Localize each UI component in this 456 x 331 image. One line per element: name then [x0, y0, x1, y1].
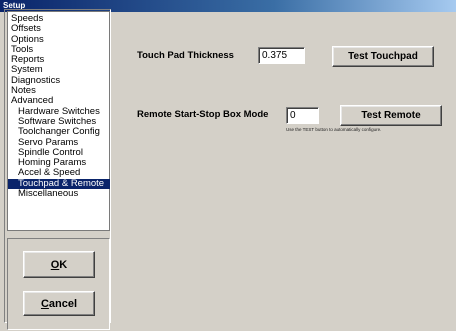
remote-mode-label: Remote Start-Stop Box Mode [137, 109, 269, 120]
test-touchpad-label: Test Touchpad [348, 51, 418, 62]
test-remote-button[interactable]: Test Remote [340, 105, 442, 126]
cancel-label: ancel [48, 297, 78, 310]
cancel-accelerator: C [40, 297, 49, 310]
touchpad-thickness-input[interactable] [258, 47, 305, 64]
remote-hint-text: Use the TEST button to automatically con… [286, 127, 382, 132]
ok-accelerator: O [50, 258, 60, 271]
cancel-button[interactable]: Cancel [23, 291, 95, 316]
touchpad-thickness-label: Touch Pad Thickness [137, 50, 234, 61]
test-remote-label: Test Remote [361, 110, 421, 121]
test-touchpad-button[interactable]: Test Touchpad [332, 46, 434, 67]
remote-mode-input[interactable] [286, 107, 319, 124]
nav-item[interactable]: Miscellaneous [11, 188, 109, 199]
settings-category-list[interactable]: Speeds Offsets Options Tools Reports System Di… [7, 11, 110, 231]
ok-button[interactable]: OK [23, 251, 95, 278]
ok-label: K [59, 258, 68, 271]
